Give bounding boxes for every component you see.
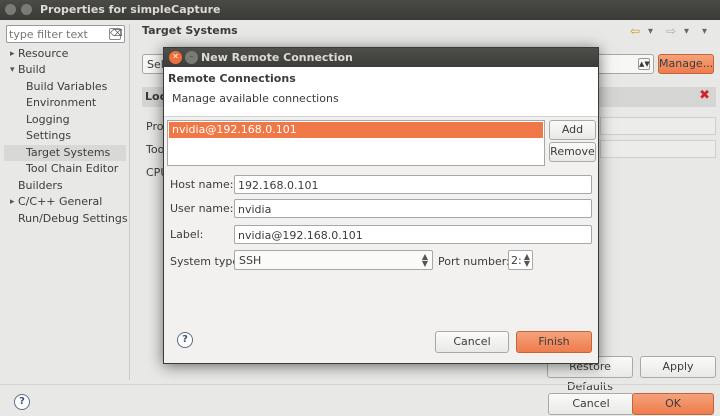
page-navigation-toolbar: ⇦ ▾ ⇨ ▾ ▾ [628,24,718,40]
remove-button[interactable]: Remove [549,142,596,162]
dialog-close-icon[interactable]: ✕ [169,51,182,64]
tree-item-logging[interactable]: Logging [4,112,126,128]
window-titlebar: Properties for simpleCapture [0,0,720,20]
tree-item-run-debug-settings[interactable]: Run/Debug Settings [4,211,128,227]
window-minimize-button[interactable] [21,4,32,15]
tree-item-environment[interactable]: Environment [4,95,126,111]
footer-separator [0,384,720,385]
dialog-header-subtitle: Manage available connections [172,92,339,105]
port-number-label: Port number: [438,255,510,268]
user-name-label: User name: [170,202,234,215]
help-icon[interactable]: ? [14,394,30,410]
manage-button[interactable]: Manage... [658,54,714,74]
expand-arrow-icon[interactable]: ▸ [10,194,18,210]
tree-item-tool-chain-editor[interactable]: Tool Chain Editor [4,161,126,177]
spinner-arrows-icon[interactable]: ▲ ▼ [524,253,530,268]
back-arrow-icon[interactable]: ⇦ [630,24,640,38]
apply-button[interactable]: Apply [640,356,716,378]
back-dropdown-icon[interactable]: ▾ [648,26,653,37]
toolchain-label: Too [146,143,165,156]
host-name-input[interactable] [238,178,578,192]
processor-field [600,117,716,135]
dialog-title: New Remote Connection [201,51,353,64]
label-input[interactable] [238,228,578,242]
new-remote-connection-dialog: ✕ – New Remote Connection Remote Connect… [163,47,599,364]
forward-dropdown-icon[interactable]: ▾ [684,26,689,37]
window-title: Properties for simpleCapture [40,3,221,16]
filter-field[interactable]: ⌫ [6,25,125,43]
expand-arrow-icon[interactable]: ▸ [10,46,18,62]
system-type-select[interactable]: SSH ▲ ▼ [234,250,433,270]
label-field[interactable] [234,225,592,244]
dialog-header-title: Remote Connections [168,72,296,85]
tree-item-build-variables[interactable]: Build Variables [4,79,126,95]
chevron-down-icon: ▲▼ [638,58,650,70]
tree-item-builders[interactable]: Builders [4,178,126,194]
user-name-input[interactable] [238,202,578,216]
label-label: Label: [170,228,204,241]
tree-item-cpp-general[interactable]: ▸ C/C++ General [4,194,126,210]
forward-arrow-icon[interactable]: ⇨ [666,24,676,38]
tree-item-settings[interactable]: Settings [4,128,126,144]
connection-list[interactable]: nvidia@192.168.0.101 [167,120,545,166]
panel-sash[interactable] [129,24,130,380]
dialog-minimize-icon[interactable]: – [185,51,198,64]
updown-chevron-icon: ▲ ▼ [421,252,428,268]
collapse-arrow-icon[interactable]: ▾ [10,62,18,78]
dialog-cancel-button[interactable]: Cancel [435,331,509,353]
dialog-titlebar: ✕ – New Remote Connection [164,48,598,67]
dialog-header: Remote Connections Manage available conn… [164,67,598,117]
cancel-button[interactable]: Cancel [548,393,634,415]
add-button[interactable]: Add [549,120,596,140]
dialog-help-icon[interactable]: ? [177,332,193,348]
tree-item-resource[interactable]: ▸ Resource [4,46,126,62]
ok-button[interactable]: OK [632,393,714,415]
filter-input[interactable] [9,27,105,41]
view-menu-icon[interactable]: ▾ [702,26,707,37]
system-type-label: System type: [170,255,243,268]
user-name-field[interactable] [234,199,592,218]
clear-filter-icon[interactable]: ⌫ [109,28,123,40]
page-title: Target Systems [142,24,238,37]
window-close-button[interactable] [5,4,16,15]
finish-button[interactable]: Finish [516,331,592,353]
toolchain-field [600,140,716,158]
tree-item-target-systems[interactable]: Target Systems [4,145,126,161]
delete-icon[interactable]: ✖ [699,88,710,103]
host-name-label: Host name: [170,178,234,191]
port-number-spinner[interactable]: 2: ▲ ▼ [508,250,533,270]
tree-item-build[interactable]: ▾ Build [4,62,126,78]
processor-label: Pro [146,120,164,133]
list-item[interactable]: nvidia@192.168.0.101 [169,122,543,138]
host-name-field[interactable] [234,175,592,194]
